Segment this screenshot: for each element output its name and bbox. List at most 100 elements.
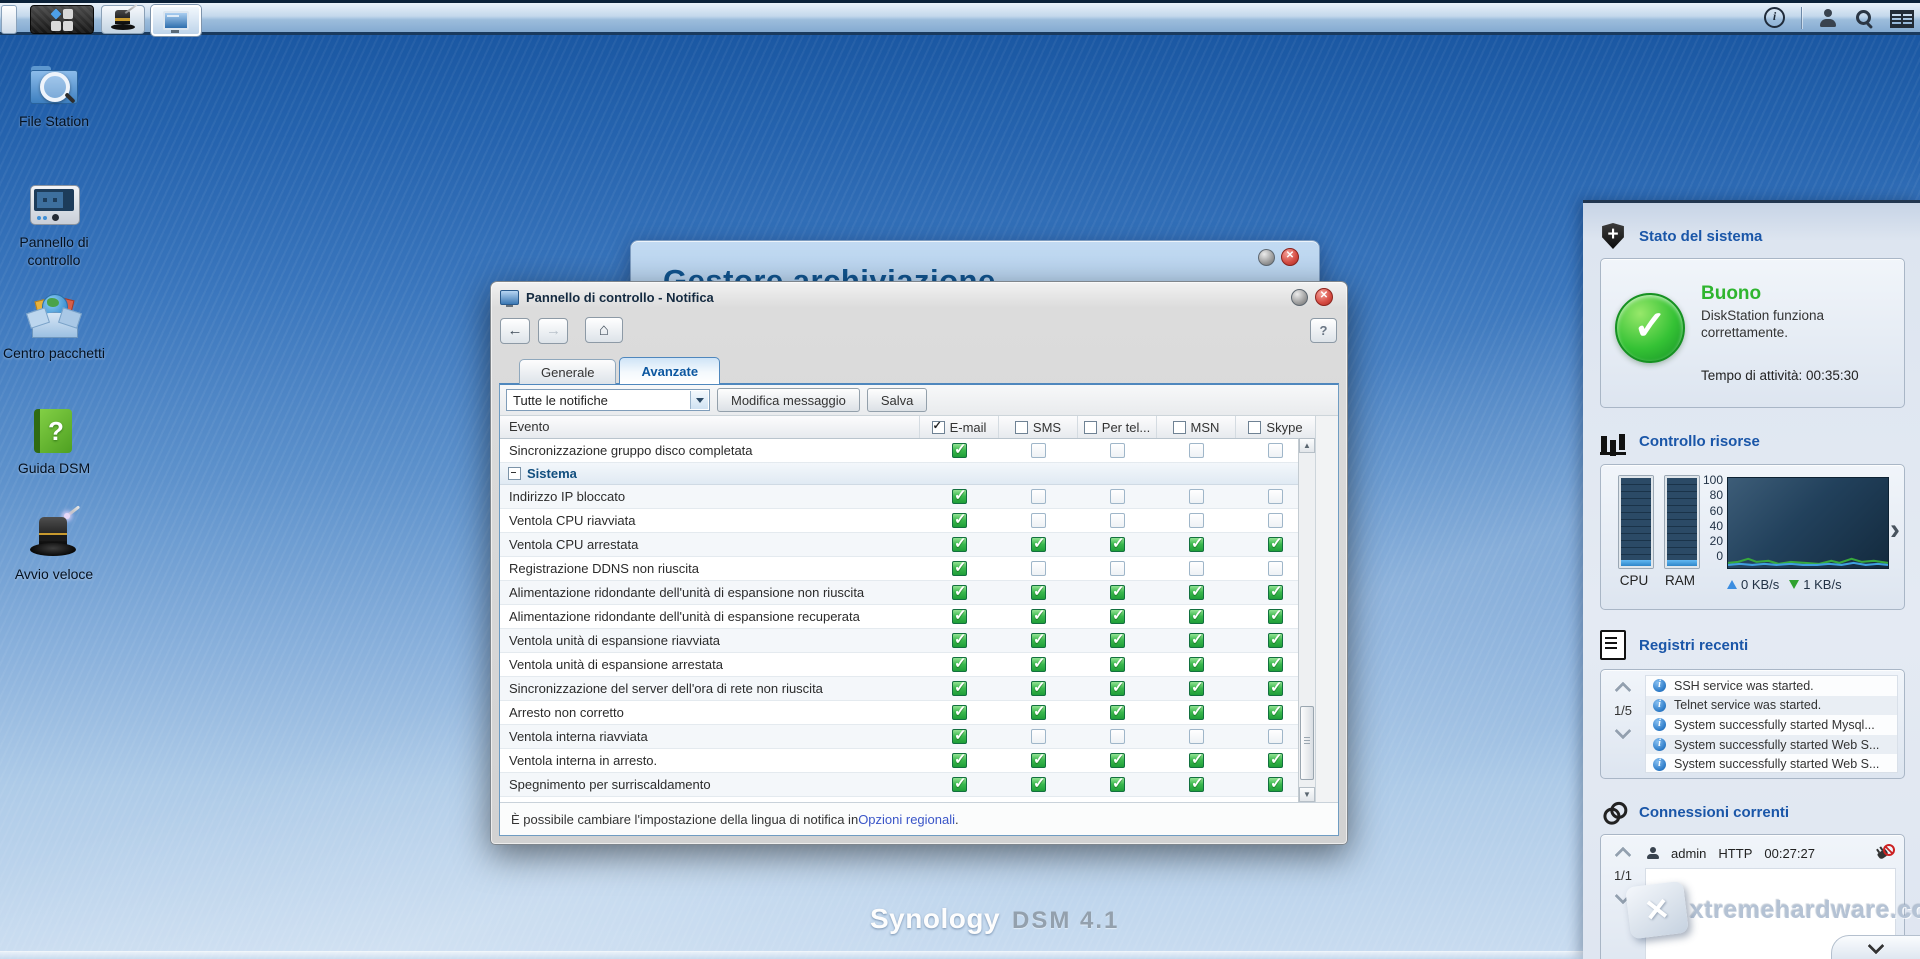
notify-checkbox-msn[interactable]: [1189, 513, 1204, 528]
notify-checkbox-sms[interactable]: [1031, 443, 1046, 458]
column-checkbox-email[interactable]: [932, 421, 945, 434]
notify-checkbox-sms[interactable]: [1031, 609, 1046, 624]
notify-checkbox-msn[interactable]: [1189, 729, 1204, 744]
notify-checkbox-skype[interactable]: [1268, 633, 1283, 648]
column-header-evento[interactable]: Evento: [500, 416, 920, 438]
notify-checkbox-msn[interactable]: [1189, 537, 1204, 552]
notify-checkbox-sms[interactable]: [1031, 657, 1046, 672]
notify-checkbox-email[interactable]: [952, 561, 967, 576]
notify-checkbox-email[interactable]: [952, 777, 967, 792]
column-checkbox-sms[interactable]: [1015, 421, 1028, 434]
table-row[interactable]: Alimentazione ridondante dell'unità di e…: [500, 605, 1315, 629]
edit-message-button[interactable]: Modifica messaggio: [717, 388, 860, 412]
notify-checkbox-tel[interactable]: [1110, 657, 1125, 672]
notify-checkbox-msn[interactable]: [1189, 681, 1204, 696]
table-row[interactable]: Ventola CPU riavviata: [500, 509, 1315, 533]
forward-button[interactable]: [538, 318, 568, 344]
pager-up-icon[interactable]: [1615, 682, 1632, 699]
notify-checkbox-tel[interactable]: [1110, 681, 1125, 696]
table-row[interactable]: Registrazione DDNS non riuscita: [500, 557, 1315, 581]
pager-up-icon[interactable]: [1615, 847, 1632, 864]
notify-checkbox-sms[interactable]: [1031, 561, 1046, 576]
notify-checkbox-msn[interactable]: [1189, 753, 1204, 768]
notify-checkbox-msn[interactable]: [1189, 561, 1204, 576]
expand-chevron-icon[interactable]: [1890, 513, 1900, 547]
table-row[interactable]: Ventola interna in arresto.: [500, 749, 1315, 773]
notify-checkbox-tel[interactable]: [1110, 729, 1125, 744]
column-checkbox-msn[interactable]: [1173, 421, 1186, 434]
active-window-button[interactable]: [151, 5, 201, 36]
disconnect-icon[interactable]: [1876, 845, 1894, 861]
table-row[interactable]: Ventola unità di espansione riavviata: [500, 629, 1315, 653]
column-header-sms[interactable]: SMS: [999, 416, 1078, 438]
notify-checkbox-skype[interactable]: [1268, 537, 1283, 552]
chevron-down-icon[interactable]: [690, 391, 708, 409]
home-button[interactable]: [585, 317, 623, 343]
notify-checkbox-tel[interactable]: [1110, 443, 1125, 458]
notify-checkbox-skype[interactable]: [1268, 585, 1283, 600]
notify-checkbox-sms[interactable]: [1031, 513, 1046, 528]
notify-checkbox-msn[interactable]: [1189, 585, 1204, 600]
column-header-tel[interactable]: Per tel...: [1078, 416, 1157, 438]
notify-checkbox-skype[interactable]: [1268, 489, 1283, 504]
notify-checkbox-skype[interactable]: [1268, 753, 1283, 768]
notify-checkbox-sms[interactable]: [1031, 537, 1046, 552]
notify-checkbox-sms[interactable]: [1031, 753, 1046, 768]
notify-checkbox-sms[interactable]: [1031, 633, 1046, 648]
table-row[interactable]: Ventola CPU arrestata: [500, 533, 1315, 557]
notify-checkbox-skype[interactable]: [1268, 729, 1283, 744]
notify-checkbox-email[interactable]: [952, 753, 967, 768]
info-icon[interactable]: [1764, 7, 1785, 28]
notify-checkbox-sms[interactable]: [1031, 489, 1046, 504]
notify-checkbox-msn[interactable]: [1189, 489, 1204, 504]
notify-checkbox-email[interactable]: [952, 633, 967, 648]
table-row[interactable]: Sincronizzazione del server dell'ora di …: [500, 677, 1315, 701]
desktop-icon-control-panel[interactable]: Pannello di controllo: [0, 181, 108, 269]
table-row[interactable]: Arresto non corretto: [500, 701, 1315, 725]
table-row[interactable]: Alimentazione ridondante dell'unità di e…: [500, 581, 1315, 605]
notify-checkbox-email[interactable]: [952, 537, 967, 552]
notify-checkbox-tel[interactable]: [1110, 705, 1125, 720]
scrollbar-thumb[interactable]: [1300, 706, 1314, 780]
notify-checkbox-email[interactable]: [952, 489, 967, 504]
notify-checkbox-skype[interactable]: [1268, 705, 1283, 720]
scroll-down-button[interactable]: [1299, 787, 1315, 802]
desktop-icon-quick-start[interactable]: Avvio veloce: [0, 513, 108, 584]
save-button[interactable]: Salva: [867, 388, 928, 412]
show-desktop-button[interactable]: [1, 5, 17, 34]
notify-checkbox-email[interactable]: [952, 705, 967, 720]
sidebar-collapse-tab[interactable]: [1831, 935, 1920, 959]
tab-avanzate[interactable]: Avanzate: [619, 357, 720, 384]
table-row[interactable]: Ventola interna riavviata: [500, 725, 1315, 749]
search-icon[interactable]: [1854, 8, 1874, 28]
pilot-view-icon[interactable]: [1890, 9, 1914, 27]
notify-checkbox-skype[interactable]: [1268, 561, 1283, 576]
notify-checkbox-msn[interactable]: [1189, 633, 1204, 648]
desktop-icon-dsm-help[interactable]: ? Guida DSM: [0, 407, 108, 478]
notify-checkbox-tel[interactable]: [1110, 777, 1125, 792]
notify-checkbox-tel[interactable]: [1110, 585, 1125, 600]
notify-checkbox-email[interactable]: [952, 609, 967, 624]
main-menu-button[interactable]: [30, 5, 94, 34]
notify-checkbox-email[interactable]: [952, 681, 967, 696]
help-button[interactable]: [1310, 318, 1337, 343]
dialog-titlebar[interactable]: Pannello di controllo - Notifica: [491, 282, 1347, 312]
notify-checkbox-tel[interactable]: [1110, 633, 1125, 648]
notify-checkbox-sms[interactable]: [1031, 585, 1046, 600]
notify-checkbox-skype[interactable]: [1268, 513, 1283, 528]
notify-checkbox-tel[interactable]: [1110, 513, 1125, 528]
minimize-button[interactable]: [1258, 249, 1275, 266]
notify-checkbox-tel[interactable]: [1110, 561, 1125, 576]
table-row[interactable]: Sincronizzazione gruppo disco completata: [500, 439, 1315, 463]
notify-checkbox-sms[interactable]: [1031, 705, 1046, 720]
notify-checkbox-tel[interactable]: [1110, 489, 1125, 504]
notify-checkbox-skype[interactable]: [1268, 681, 1283, 696]
quick-launch-button[interactable]: [101, 5, 145, 34]
notify-checkbox-msn[interactable]: [1189, 609, 1204, 624]
user-icon[interactable]: [1818, 9, 1838, 27]
column-header-msn[interactable]: MSN: [1157, 416, 1236, 438]
notify-checkbox-tel[interactable]: [1110, 609, 1125, 624]
table-row[interactable]: Indirizzo IP bloccato: [500, 485, 1315, 509]
column-checkbox-tel[interactable]: [1084, 421, 1097, 434]
tab-generale[interactable]: Generale: [519, 359, 616, 384]
